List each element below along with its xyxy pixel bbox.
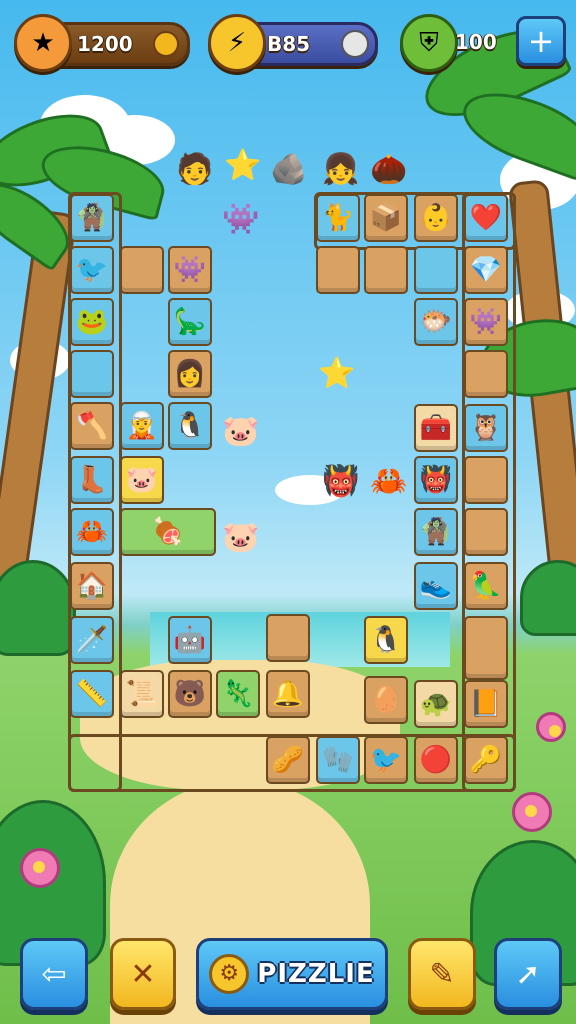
tile-fish[interactable]: 🐡 — [414, 298, 458, 346]
eraser-icon: ✎ — [429, 956, 455, 992]
tile-empty[interactable] — [464, 350, 508, 398]
tile-pink-monster[interactable]: 👾 — [168, 246, 212, 294]
tile-cat[interactable]: 🐈 — [316, 194, 360, 242]
share-arrow-icon: ➚ — [515, 956, 541, 992]
tile-bear[interactable]: 🐻 — [168, 670, 212, 718]
tile-goblin[interactable]: 🧌 — [70, 194, 114, 242]
tile-dino[interactable]: 🦕 — [168, 298, 212, 346]
tile-empty[interactable] — [464, 616, 508, 680]
gold-star-icon[interactable]: ⭐ — [314, 350, 360, 396]
tile-ruler[interactable]: 📏 — [70, 670, 114, 718]
tile-mitt[interactable]: 🧤 — [316, 736, 360, 784]
hint-button[interactable]: ✎ — [408, 938, 476, 1010]
acorn-icon[interactable]: 🌰 — [366, 146, 412, 192]
tile-empty[interactable] — [464, 456, 508, 504]
tile-shoe[interactable]: 👟 — [414, 562, 458, 610]
tile-owl[interactable]: 🦉 — [464, 404, 508, 452]
back-button[interactable]: ⇦ — [20, 938, 88, 1010]
tile-pink-monster[interactable]: 👾 — [464, 298, 508, 346]
purple-monster-icon[interactable]: 👹 — [318, 458, 364, 504]
tile-bell[interactable]: 🔔 — [266, 670, 310, 718]
orange-monster-icon[interactable]: 🦀 — [366, 458, 412, 504]
tile-scroll[interactable]: 📜 — [120, 670, 164, 718]
tile-empty[interactable] — [414, 246, 458, 294]
game-scene: 1200 ★ B85 ⚡ ⛨ 100 + 🧑 ⭐ 🪨 👧 🌰 👾 ⭐ 🐷 👹 🦀… — [0, 0, 576, 1024]
tile-house[interactable]: 🏠 — [70, 562, 114, 610]
tile-bird[interactable]: 🐦 — [70, 246, 114, 294]
pink-blob-icon[interactable]: 🐷 — [218, 514, 264, 560]
star-icon[interactable]: ⭐ — [220, 142, 266, 188]
tile-sword[interactable]: 🗡️ — [70, 616, 114, 664]
tile-baby[interactable]: 👶 — [414, 194, 458, 242]
gear-icon: ⚙ — [209, 954, 250, 994]
back-arrow-icon: ⇦ — [41, 956, 67, 992]
pink-monster-icon[interactable]: 👾 — [218, 196, 264, 242]
puzzle-button[interactable]: ⚙ PIZZLIE — [196, 938, 388, 1010]
tile-gem[interactable]: 💎 — [464, 246, 508, 294]
tile-book[interactable]: 📙 — [464, 680, 508, 728]
share-button[interactable]: ➚ — [494, 938, 562, 1010]
tile-ball[interactable]: 🔴 — [414, 736, 458, 784]
pink-blob-icon[interactable]: 🐷 — [218, 408, 264, 454]
tile-pig[interactable]: 🐷 — [120, 456, 164, 504]
tile-empty[interactable] — [464, 508, 508, 556]
close-x-icon: ✕ — [130, 956, 156, 992]
tile-lizard[interactable]: 🦎 — [216, 670, 260, 718]
tile-boot[interactable]: 👢 — [70, 456, 114, 504]
girl-icon[interactable]: 👧 — [318, 146, 364, 192]
tile-key[interactable]: 🔑 — [464, 736, 508, 784]
tile-pink-egg[interactable]: 🥚 — [364, 676, 408, 724]
rock-icon[interactable]: 🪨 — [266, 146, 312, 192]
puzzle-board: 🧑 ⭐ 🪨 👧 🌰 👾 ⭐ 🐷 👹 🦀 🐷 🧌 🐦 👾 🐸 🦕 👩 🪓 🧝 🐧 … — [0, 0, 576, 1024]
tile-robot-monster[interactable]: 👹 — [414, 456, 458, 504]
tile-turtle[interactable]: 🐢 — [414, 680, 458, 728]
tile-parrot[interactable]: 🦜 — [464, 562, 508, 610]
tile-chest[interactable]: 🧰 — [414, 404, 458, 452]
close-button[interactable]: ✕ — [110, 938, 176, 1010]
tile-empty[interactable] — [316, 246, 360, 294]
tile-seed[interactable]: 🥜 — [266, 736, 310, 784]
tile-girl[interactable]: 👩 — [168, 350, 212, 398]
tile-empty[interactable] — [266, 614, 310, 662]
tile-empty[interactable] — [364, 246, 408, 294]
tile-gift[interactable]: 📦 — [364, 194, 408, 242]
tile-heart[interactable]: ❤️ — [464, 194, 508, 242]
puzzle-label: PIZZLIE — [257, 959, 375, 989]
tile-axe[interactable]: 🪓 — [70, 402, 114, 450]
tile-penguin[interactable]: 🐧 — [168, 402, 212, 450]
tile-frog[interactable]: 🐸 — [70, 298, 114, 346]
tile-empty[interactable] — [70, 350, 114, 398]
explorer-icon[interactable]: 🧑 — [172, 146, 218, 192]
tile-crab[interactable]: 🦀 — [70, 508, 114, 556]
tile-empty[interactable] — [120, 246, 164, 294]
tile-meat[interactable]: 🍖 — [120, 508, 216, 556]
tile-robot[interactable]: 🤖 — [168, 616, 212, 664]
tile-goblin[interactable]: 🧌 — [414, 508, 458, 556]
tile-elf[interactable]: 🧝 — [120, 402, 164, 450]
tile-blue-bird[interactable]: 🐦 — [364, 736, 408, 784]
tile-penguin[interactable]: 🐧 — [364, 616, 408, 664]
